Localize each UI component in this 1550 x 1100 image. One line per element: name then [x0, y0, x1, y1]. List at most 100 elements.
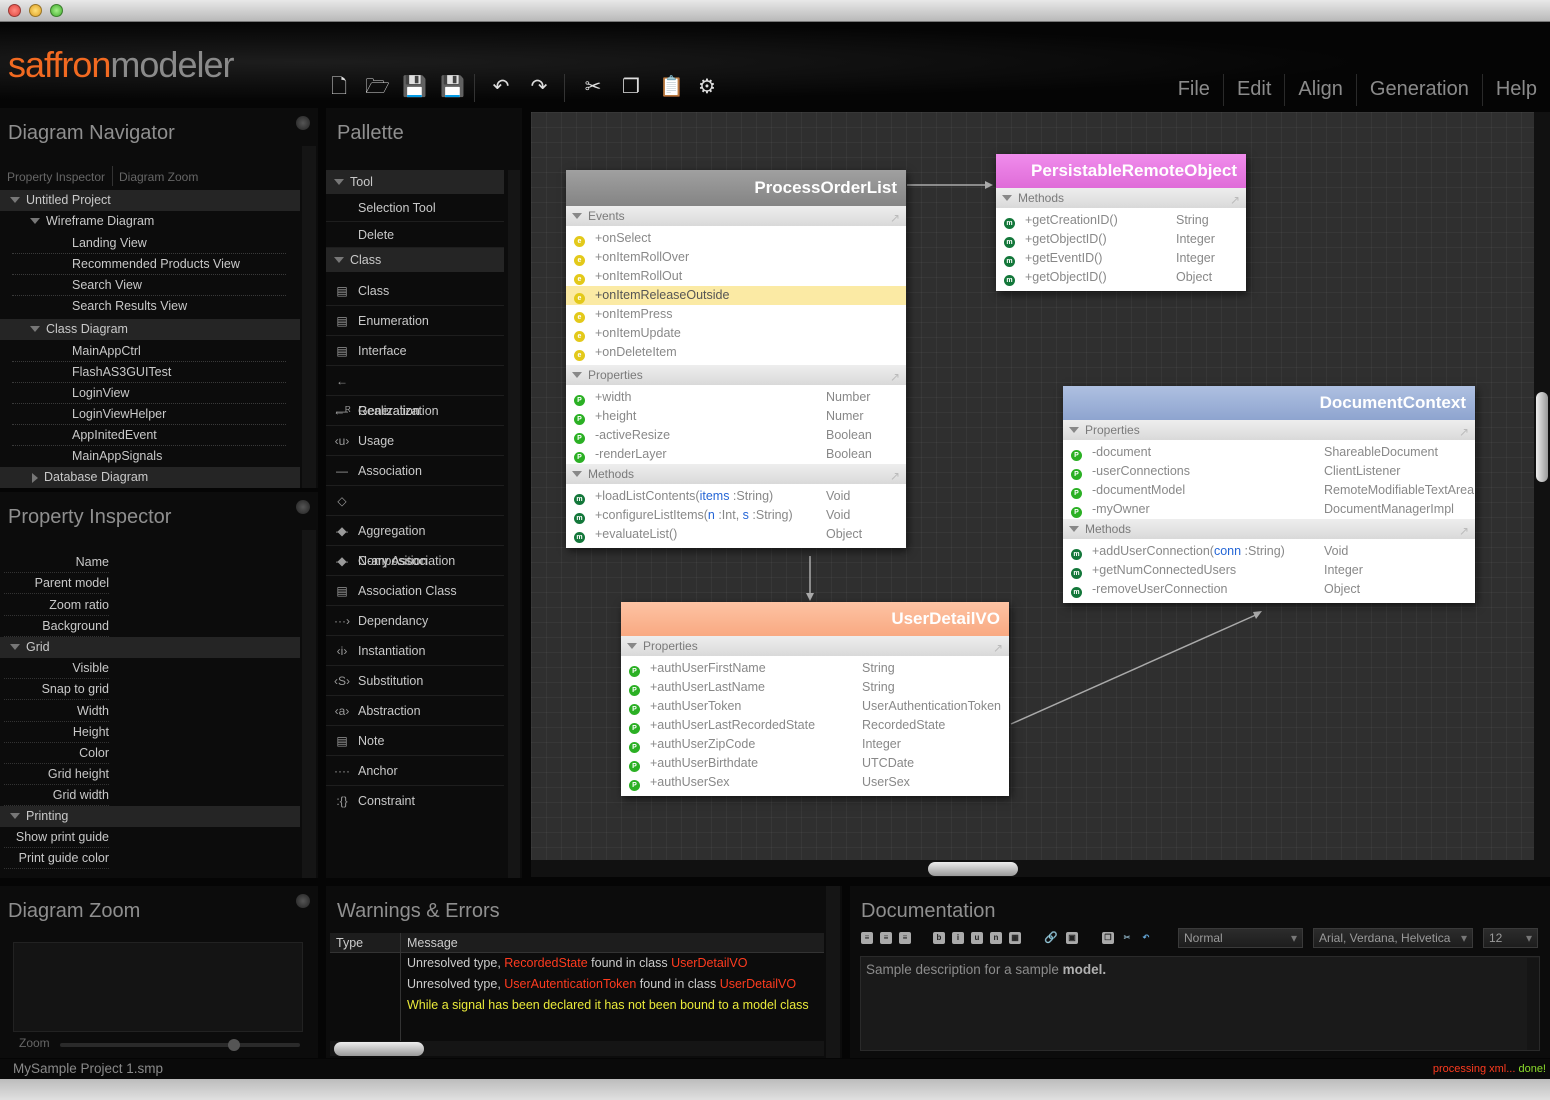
property-item[interactable]: P +authUserLastRecordedState RecordedState [621, 716, 1009, 735]
method-item[interactable]: m +addUserConnection(conn :String) Void [1063, 542, 1475, 561]
panel-collapse-knob[interactable] [296, 894, 310, 908]
section-methods[interactable]: Methods ↗ [566, 464, 906, 484]
scroll-thumb[interactable] [928, 862, 1018, 876]
method-item[interactable]: m +getObjectID() Integer [996, 230, 1246, 249]
warning-row[interactable]: Unresolved type, RecordedState found in … [407, 953, 747, 974]
palette-instantiation[interactable]: ‹i› Instantiation [326, 636, 504, 666]
tree-database-diagram[interactable]: Database Diagram [0, 467, 300, 488]
property-item[interactable]: P -documentModel RemoteModifiableTextArea [1063, 481, 1475, 500]
property-item[interactable]: P -myOwner DocumentManagerImpl [1063, 500, 1475, 519]
align-right-icon[interactable]: ≡ [899, 932, 911, 944]
class-header[interactable]: DocumentContext [1063, 386, 1475, 420]
property-item[interactable]: P +authUserFirstName String [621, 659, 1009, 678]
class-processorderlist[interactable]: ProcessOrderList Events ↗ e +onSelect e +on… [566, 170, 906, 548]
cut-icon[interactable]: ✂ [582, 74, 604, 100]
italic-icon[interactable]: i [952, 932, 964, 944]
palette-generalization[interactable]: ←— Generalization [326, 366, 504, 418]
text-style-select[interactable]: Normal [1178, 928, 1303, 948]
property-item[interactable]: P +authUserBirthdate UTCDate [621, 754, 1009, 773]
col-message[interactable]: Message [407, 933, 458, 953]
expand-arrow-icon[interactable]: ↗ [1459, 422, 1469, 442]
cut-icon[interactable]: ✂ [1121, 932, 1133, 944]
tree-item-recommended-products-view[interactable]: Recommended Products View [12, 254, 286, 275]
tree-item-loginview[interactable]: LoginView [12, 383, 286, 404]
expand-arrow-icon[interactable]: ↗ [890, 208, 900, 228]
zoom-slider[interactable] [60, 1043, 300, 1047]
tree-item-mainappctrl[interactable]: MainAppCtrl [12, 341, 286, 362]
scroll-thumb[interactable] [334, 1042, 424, 1056]
inspector-scrollbar[interactable] [302, 530, 316, 878]
property-item[interactable]: P +width Number [566, 388, 906, 407]
scroll-thumb[interactable] [1536, 392, 1548, 482]
underline-icon[interactable]: u [971, 932, 983, 944]
font-family-select[interactable]: Arial, Verdana, Helvetica [1313, 928, 1473, 948]
save-icon[interactable]: 💾 [402, 74, 427, 100]
canvas-vertical-scrollbar[interactable] [1534, 112, 1550, 877]
tree-item-loginviewhelper[interactable]: LoginViewHelper [12, 404, 286, 425]
paste-icon[interactable]: ❐ [1102, 932, 1114, 944]
method-item[interactable]: m +getCreationID() String [996, 211, 1246, 230]
settings-gear-icon[interactable]: ⚙ [696, 74, 718, 100]
property-item[interactable]: P -activeResize Boolean [566, 426, 906, 445]
menu-help[interactable]: Help [1481, 74, 1550, 106]
section-methods[interactable]: Methods ↗ [996, 188, 1246, 208]
method-item[interactable]: m +getObjectID() Object [996, 268, 1246, 287]
palette-group-tool[interactable]: Tool [326, 170, 504, 194]
palette-abstraction[interactable]: ‹a› Abstraction [326, 696, 504, 726]
section-events[interactable]: Events ↗ [566, 206, 906, 226]
event-item[interactable]: e +onDeleteItem [566, 343, 906, 362]
expand-arrow-icon[interactable]: ↗ [890, 466, 900, 486]
method-item[interactable]: m +configureListItems(n :Int, s :String) V… [566, 506, 906, 525]
property-item[interactable]: P +authUserToken UserAuthenticationToken [621, 697, 1009, 716]
tree-item-search-view[interactable]: Search View [12, 275, 286, 296]
prop-group-grid[interactable]: Grid [0, 637, 300, 658]
documentation-editor[interactable]: Sample description for a sample model. [860, 956, 1540, 1051]
warning-row[interactable]: Unresolved type, UserAutenticationToken … [407, 974, 796, 995]
navigator-scrollbar[interactable] [302, 146, 316, 488]
tree-item-appinitedevent[interactable]: AppInitedEvent [12, 425, 286, 446]
copy-icon[interactable]: ❐ [620, 74, 642, 100]
warnings-vertical-scrollbar[interactable] [826, 886, 840, 1058]
warning-row[interactable]: While a signal has been declared it has … [407, 995, 809, 1016]
canvas-horizontal-scrollbar[interactable] [531, 860, 1534, 877]
method-item[interactable]: m +getEventID() Integer [996, 249, 1246, 268]
image-icon[interactable]: ▣ [1066, 932, 1078, 944]
section-properties[interactable]: Properties ↗ [621, 636, 1009, 656]
expand-arrow-icon[interactable]: ↗ [1230, 190, 1240, 210]
undo-icon[interactable]: ↶ [490, 74, 512, 100]
section-properties[interactable]: Properties ↗ [1063, 420, 1475, 440]
palette-class[interactable]: ▤ Class [326, 276, 504, 306]
font-size-select[interactable]: 12 [1483, 928, 1538, 948]
palette-realization[interactable]: ←ᴿ Realization [326, 396, 504, 426]
palette-interface[interactable]: ▤ Interface [326, 336, 504, 366]
palette-aggregation[interactable]: ◇— Aggregation [326, 486, 504, 538]
palette-substitution[interactable]: ‹S› Substitution [326, 666, 504, 696]
expand-arrow-icon[interactable]: ↗ [993, 638, 1003, 658]
diagram-canvas[interactable]: ProcessOrderList Events ↗ e +onSelect e +on… [531, 112, 1534, 860]
tree-item-flashas3guitest[interactable]: FlashAS3GUITest [12, 362, 286, 383]
align-left-icon[interactable]: ≡ [861, 932, 873, 944]
method-item[interactable]: m +loadListContents(items :String) Void [566, 487, 906, 506]
menu-align[interactable]: Align [1284, 74, 1355, 106]
redo-icon[interactable]: ↷ [528, 74, 550, 100]
property-item[interactable]: P +authUserSex UserSex [621, 773, 1009, 792]
tree-class-diagram[interactable]: Class Diagram [0, 319, 300, 340]
save-as-icon[interactable]: 💾 [440, 74, 465, 100]
prop-group-printing[interactable]: Printing [0, 806, 300, 827]
method-item[interactable]: m -removeUserConnection Object [1063, 580, 1475, 599]
tab-diagram-zoom[interactable]: Diagram Zoom [119, 170, 198, 184]
expand-arrow-icon[interactable]: ↗ [890, 367, 900, 387]
palette-dependancy[interactable]: ···› Dependancy [326, 606, 504, 636]
zoom-preview[interactable] [13, 942, 303, 1032]
undo-icon[interactable]: ↶ [1140, 932, 1152, 944]
tree-item-mainappsignals[interactable]: MainAppSignals [12, 446, 286, 467]
palette-note[interactable]: ▤ Note [326, 726, 504, 756]
palette-usage[interactable]: ‹u› Usage [326, 426, 504, 456]
class-header[interactable]: ProcessOrderList [566, 170, 906, 206]
class-header[interactable]: UserDetailVO [621, 602, 1009, 636]
property-item[interactable]: P -userConnections ClientListener [1063, 462, 1475, 481]
event-item-selected[interactable]: e +onItemReleaseOutside [566, 286, 906, 305]
event-item[interactable]: e +onItemUpdate [566, 324, 906, 343]
palette-association[interactable]: — Association [326, 456, 504, 486]
tree-project[interactable]: Untitled Project [0, 190, 300, 211]
